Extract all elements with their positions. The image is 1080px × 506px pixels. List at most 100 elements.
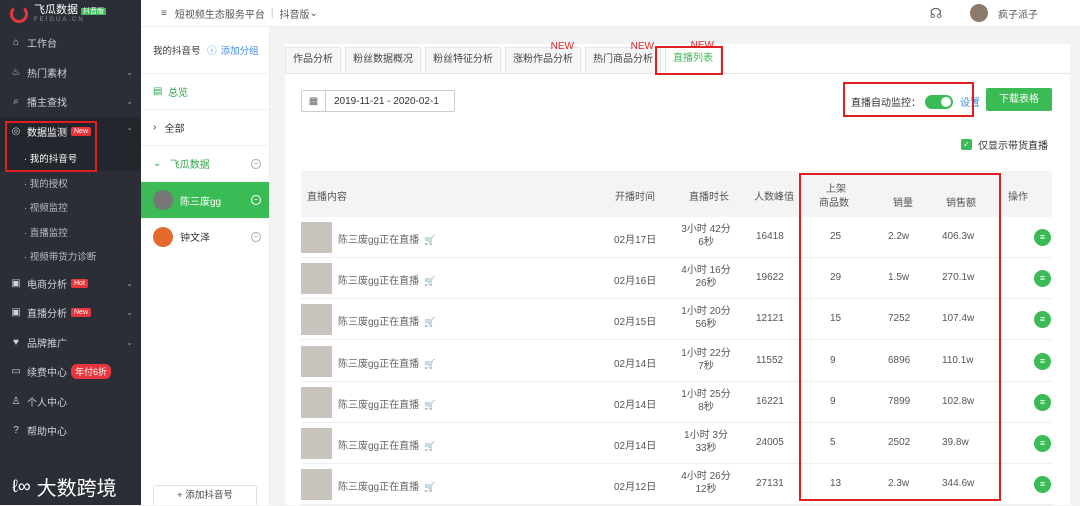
start-date: 02月16日	[614, 276, 657, 288]
duration: 3小时 42分 6秒	[681, 224, 731, 248]
chevron-down-icon: ⌄	[126, 308, 133, 318]
version-switch[interactable]: 抖音版	[279, 6, 309, 21]
col-start: 开播时间	[615, 192, 655, 203]
sidebar: 飞瓜数据 抖音版 FEIGUA.CN ⌂ 工作台 ♨ 热门素材 ⌄ ⌕ 播主查找 ⌄ ◎ 数据…	[0, 0, 141, 505]
live-thumbnail[interactable]	[301, 428, 332, 459]
detail-icon[interactable]: ≡	[1034, 393, 1051, 411]
duration: 1小时 20分 56秒	[681, 306, 731, 331]
topbar: ≡ 短视频生态服务平台 | 抖音版 ⌄ ☊ 疯子派子	[141, 0, 1080, 27]
live-title[interactable]: 陈三废gg正在直播 🛒	[338, 272, 435, 287]
detail-icon[interactable]: ≡	[1034, 270, 1051, 288]
detail-icon[interactable]: ≡	[1034, 311, 1051, 329]
start-date: 02月12日	[614, 482, 657, 494]
sidebar-item-profile[interactable]: ♙ 个人中心	[0, 387, 141, 417]
headset-icon[interactable]: ☊	[930, 5, 942, 22]
date-range-picker[interactable]: ▦ 2019-11-21 - 2020-02-1	[301, 90, 455, 112]
live-title[interactable]: 陈三废gg正在直播 🛒	[338, 396, 435, 411]
tab-fans-overview[interactable]: 粉丝数据概况	[345, 47, 421, 73]
tab-hot-goods[interactable]: 热门商品分析 NEW	[585, 41, 661, 73]
live-title[interactable]: 陈三废gg正在直播 🛒	[338, 437, 435, 452]
account-panel-title: 我的抖音号	[153, 46, 201, 57]
search-icon: ⌕	[13, 96, 19, 108]
live-title[interactable]: 陈三废gg正在直播 🛒	[338, 355, 435, 370]
detail-icon[interactable]: ≡	[1034, 435, 1051, 452]
cart-icon: 🛒	[424, 276, 436, 287]
diamond-icon: ♥	[13, 336, 19, 348]
only-goods-filter[interactable]: ✓ 仅显示带货直播	[961, 137, 1048, 152]
sidebar-item-brand[interactable]: ♥ 品牌推广 ⌄	[0, 328, 141, 358]
help-icon[interactable]: ⓘ	[205, 43, 217, 57]
sidebar-subitem-video-monitor[interactable]: · 视频监控	[0, 195, 141, 220]
sidebar-item-hot-materials[interactable]: ♨ 热门素材 ⌄	[0, 58, 141, 88]
sidebar-item-ecommerce[interactable]: ▣ 电商分析 Hot ⌄	[0, 269, 141, 299]
account-panel: 我的抖音号 ⓘ 添加分组 ▤ 总览 › 全部 ⌄ 飞瓜数据 − 陈三废gg − 钟文…	[141, 27, 270, 505]
sidebar-subitem-my-auth[interactable]: · 我的授权	[0, 171, 141, 196]
live-thumbnail[interactable]	[301, 469, 332, 501]
live-title[interactable]: 陈三废gg正在直播 🛒	[338, 231, 435, 246]
sidebar-item-renewal[interactable]: ▭ 续费中心 年付6折	[0, 357, 141, 387]
remove-icon[interactable]: −	[251, 195, 261, 205]
feigua-logo-icon	[10, 5, 28, 23]
detail-icon[interactable]: ≡	[1034, 229, 1051, 246]
sidebar-subitem-live-monitor[interactable]: · 直播监控	[0, 220, 141, 245]
all-group[interactable]: › 全部	[141, 109, 269, 145]
shop-icon: ▣	[11, 277, 21, 289]
overview-item[interactable]: ▤ 总览	[141, 73, 269, 109]
menu-icon[interactable]: ≡	[161, 8, 167, 19]
account-avatar	[153, 190, 173, 210]
live-thumbnail[interactable]	[301, 222, 332, 253]
detail-icon[interactable]: ≡	[1034, 476, 1051, 494]
detail-icon[interactable]: ≡	[1034, 352, 1051, 370]
live-title[interactable]: 陈三废gg正在直播 🛒	[338, 478, 435, 493]
account-item[interactable]: 陈三废gg −	[141, 181, 269, 218]
discount-badge: 年付6折	[71, 364, 112, 380]
username[interactable]: 疯子派子	[998, 6, 1038, 21]
new-badge: New	[71, 308, 92, 318]
col-action: 操作	[1008, 192, 1028, 203]
avatar[interactable]	[970, 4, 988, 22]
chevron-down-icon: ⌄	[126, 97, 133, 107]
start-date: 02月14日	[614, 399, 657, 411]
new-label: NEW	[550, 41, 574, 52]
duration: 4小时 26分 12秒	[681, 471, 731, 496]
col-peak: 人数峰值	[754, 192, 794, 203]
cart-icon: 🛒	[424, 317, 436, 328]
fire-icon: ♨	[11, 66, 21, 78]
live-thumbnail[interactable]	[301, 386, 332, 418]
sidebar-subitem-video-diagnosis[interactable]: · 视频带货力诊断	[0, 244, 141, 269]
sidebar-item-streamer-search[interactable]: ⌕ 播主查找 ⌄	[0, 87, 141, 117]
remove-icon[interactable]: −	[251, 231, 261, 242]
cart-icon: 🛒	[424, 235, 436, 245]
collapse-icon[interactable]: −	[251, 158, 261, 169]
checkbox-checked-icon[interactable]: ✓	[961, 139, 972, 150]
watermark: ℓ∞ 大数跨境	[12, 472, 117, 501]
tab-works[interactable]: 作品分析	[285, 47, 341, 73]
add-group-link[interactable]: 添加分组	[221, 43, 259, 57]
logo[interactable]: 飞瓜数据 抖音版 FEIGUA.CN	[0, 0, 141, 28]
live-icon: ▣	[11, 307, 21, 319]
cart-icon: 🛒	[424, 358, 436, 369]
live-thumbnail[interactable]	[301, 263, 332, 295]
live-title[interactable]: 陈三废gg正在直播 🛒	[338, 313, 435, 328]
tab-fans-features[interactable]: 粉丝特征分析	[425, 47, 501, 73]
duration: 4小时 16分 26秒	[681, 265, 731, 290]
live-thumbnail[interactable]	[301, 345, 332, 377]
sidebar-item-workbench[interactable]: ⌂ 工作台	[0, 28, 141, 58]
new-label: NEW	[630, 41, 654, 52]
brand-badge: 抖音版	[81, 8, 106, 15]
watermark-text: 大数跨境	[36, 478, 117, 500]
account-item[interactable]: 钟文泽 −	[141, 218, 269, 254]
tab-growth-works[interactable]: 涨粉作品分析 NEW	[505, 41, 581, 73]
add-account-button[interactable]: + 添加抖音号	[153, 485, 257, 505]
chevron-down-icon: ⌄	[126, 337, 133, 347]
live-thumbnail[interactable]	[301, 304, 332, 336]
cart-icon: 🛒	[424, 441, 436, 451]
duration: 1小时 22分 7秒	[681, 347, 731, 372]
download-table-button[interactable]: 下载表格	[986, 88, 1052, 111]
start-date: 02月15日	[614, 317, 657, 329]
watermark-logo-icon: ℓ∞	[12, 476, 31, 496]
chevron-down-icon: ⌄	[153, 158, 170, 169]
sidebar-item-help[interactable]: ? 帮助中心	[0, 416, 141, 446]
group-feigua[interactable]: ⌄ 飞瓜数据 −	[141, 145, 269, 181]
sidebar-item-live-analysis[interactable]: ▣ 直播分析 New ⌄	[0, 298, 141, 328]
